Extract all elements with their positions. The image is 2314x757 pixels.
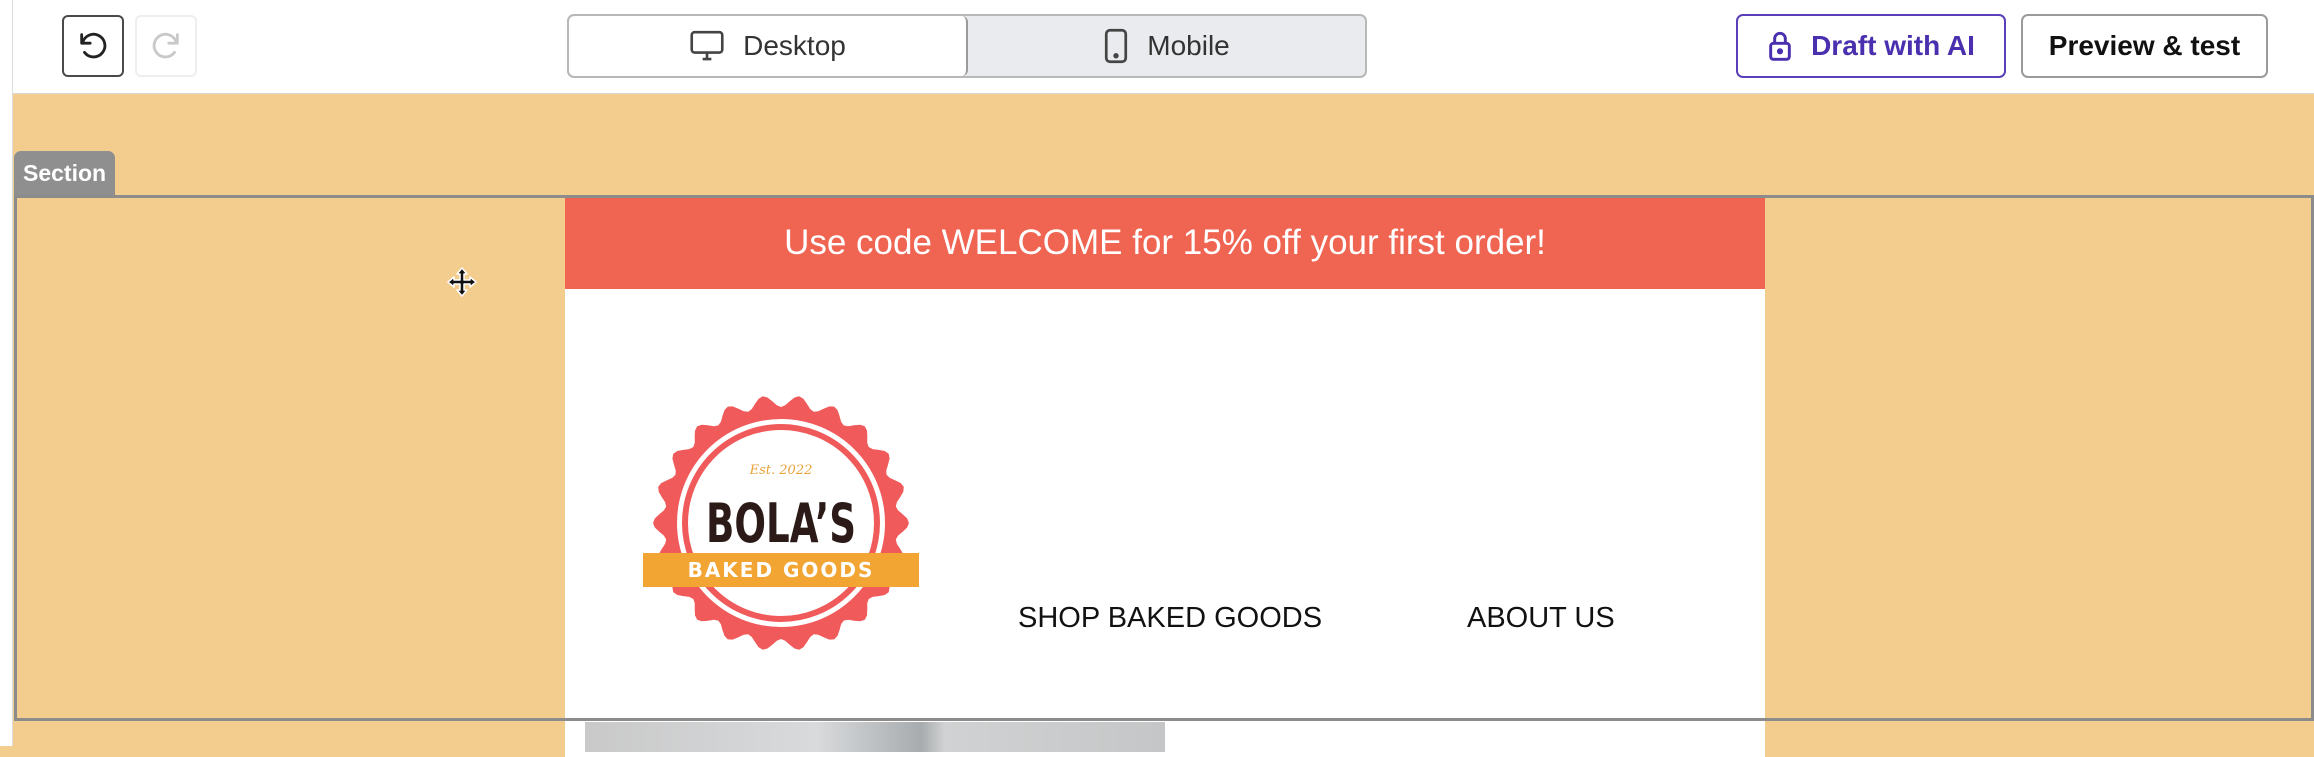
preview-and-test-label: Preview & test	[2048, 30, 2241, 61]
redo-icon	[152, 32, 179, 59]
logo-est-text: Est. 2022	[749, 463, 813, 478]
monitor-icon	[690, 30, 724, 61]
view-toggle: Desktop Mobile	[567, 14, 1367, 78]
mobile-view-label: Mobile	[1147, 30, 1230, 61]
bolas-logo[interactable]: Est. 2022 BOLA’S BAKED GOODS	[643, 395, 919, 651]
undo-button[interactable]	[62, 15, 124, 77]
desktop-view-label: Desktop	[743, 30, 846, 61]
promo-banner[interactable]: Use code WELCOME for 15% off your first …	[565, 197, 1765, 289]
logo-ribbon-text: BAKED GOODS	[688, 558, 875, 582]
nav-shop-baked-goods[interactable]: SHOP BAKED GOODS	[1018, 602, 1322, 635]
move-cursor-icon	[447, 267, 477, 297]
promo-text: Use code WELCOME for 15% off your first …	[784, 223, 1546, 262]
mobile-view-button[interactable]: Mobile	[968, 16, 1365, 76]
email-header: Est. 2022 BOLA’S BAKED GOODS SHOP BAKED …	[565, 289, 1765, 719]
undo-icon	[80, 32, 107, 59]
section-tag[interactable]: Section	[14, 151, 116, 195]
phone-icon	[1105, 28, 1128, 64]
left-panel-edge	[0, 0, 13, 746]
preview-and-test-button[interactable]: Preview & test	[2021, 14, 2268, 78]
redo-button[interactable]	[135, 15, 197, 77]
email-content: Use code WELCOME for 15% off your first …	[565, 197, 1765, 757]
desktop-view-button[interactable]: Desktop	[569, 16, 968, 76]
lock-icon	[1769, 31, 1791, 61]
draft-with-ai-label: Draft with AI	[1811, 30, 1975, 61]
draft-with-ai-button[interactable]: Draft with AI	[1736, 14, 2006, 78]
logo-name-text: BOLA’S	[706, 492, 856, 555]
hero-image	[585, 722, 1165, 752]
nav-about-us[interactable]: ABOUT US	[1467, 602, 1615, 635]
editor-toolbar: Desktop Mobile Draft with AI Preview & t…	[0, 0, 2314, 94]
